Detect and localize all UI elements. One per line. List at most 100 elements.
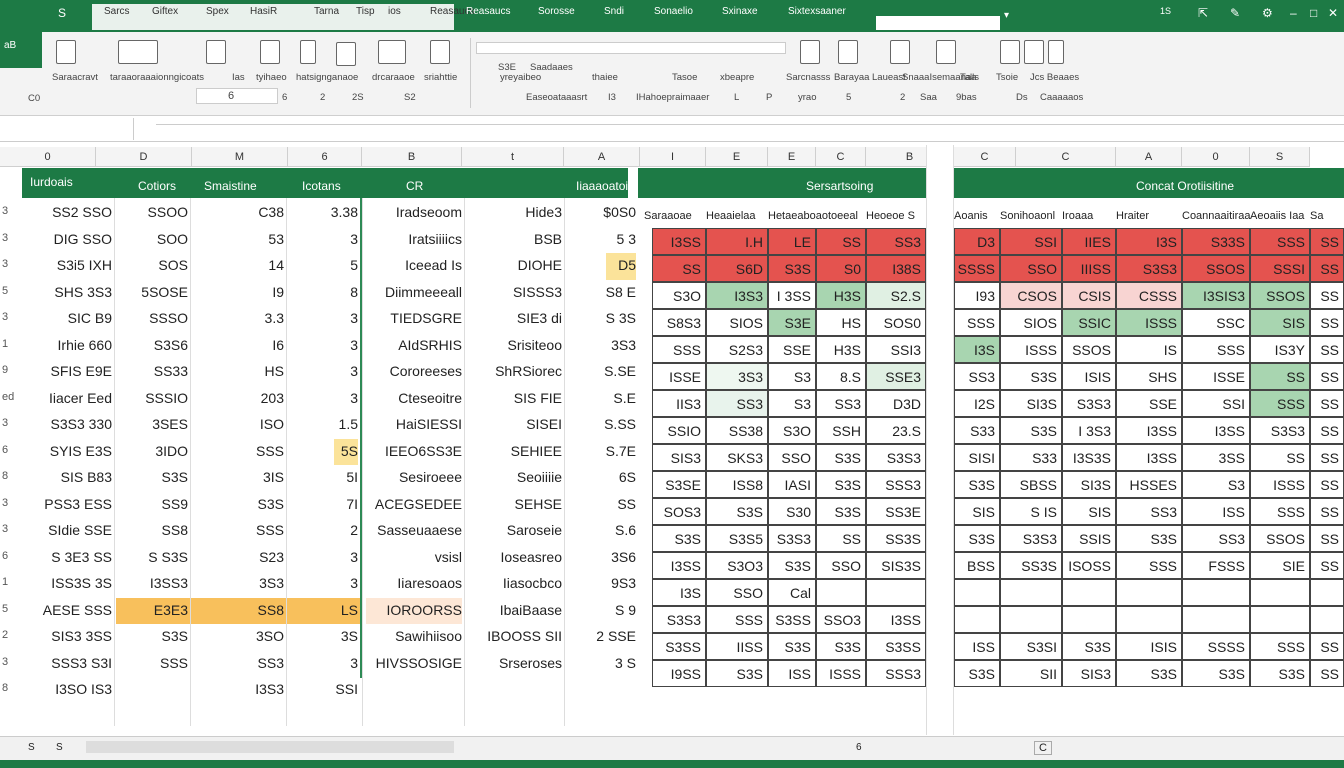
table-cell[interactable]: S3S [954, 660, 1000, 687]
format-cells-icon[interactable] [890, 40, 910, 64]
table-cell[interactable]: SIE [1250, 552, 1310, 579]
table-cell[interactable]: I3SO IS3 [28, 681, 112, 697]
table-cell[interactable]: S3S [816, 633, 866, 660]
name-box[interactable] [476, 42, 786, 54]
table-cell[interactable]: SIS [954, 498, 1000, 525]
table-cell[interactable] [954, 606, 1000, 633]
table-cell[interactable] [1000, 606, 1062, 633]
table-cell[interactable]: Iratsiiiics [364, 231, 462, 247]
column-header[interactable]: S [1250, 147, 1310, 167]
table-cell[interactable]: I38S [866, 255, 926, 282]
table-cell[interactable]: BSB [466, 231, 562, 247]
table-cell[interactable]: D3D [866, 390, 926, 417]
table-cell[interactable]: SI3S [1062, 471, 1116, 498]
column-header[interactable]: I [640, 147, 706, 167]
table-cell[interactable]: SSSO [116, 310, 188, 326]
file-button[interactable]: aB [0, 32, 42, 68]
table-cell[interactable]: SSOS [1182, 255, 1250, 282]
table-cell[interactable]: IS3Y [1250, 336, 1310, 363]
table-cell[interactable]: S3O3 [706, 552, 768, 579]
table-cell[interactable]: SS [1310, 660, 1344, 687]
table-cell[interactable]: SSSS [1182, 633, 1250, 660]
table-cell[interactable]: SBSS [1000, 471, 1062, 498]
table-cell[interactable]: vsisl [364, 549, 462, 565]
table-cell[interactable] [1062, 579, 1116, 606]
table-cell[interactable]: SSS3 [866, 471, 926, 498]
table-cell[interactable]: 9S3 [566, 575, 636, 591]
table-cell[interactable]: HS [816, 309, 866, 336]
sheet-tab-1[interactable]: S [28, 742, 35, 753]
tab-1[interactable]: Giftex [152, 6, 178, 17]
tab-6[interactable]: ios [388, 6, 401, 17]
table-cell[interactable]: S0 [816, 255, 866, 282]
table-cell[interactable]: 3IS [192, 469, 284, 485]
row-header[interactable]: 3 [0, 232, 22, 244]
table-cell[interactable]: 14 [192, 257, 284, 273]
table-cell[interactable]: S3O [768, 417, 816, 444]
table-cell[interactable]: LE [768, 228, 816, 255]
table-cell[interactable]: 3.3 [192, 310, 284, 326]
table-cell[interactable]: S3 [1182, 471, 1250, 498]
table-cell[interactable]: ISO [192, 416, 284, 432]
table-cell[interactable]: S3SS [768, 606, 816, 633]
table-cell[interactable]: CSSS [1116, 282, 1182, 309]
table-cell[interactable] [954, 579, 1000, 606]
table-cell[interactable]: BSS [954, 552, 1000, 579]
table-cell[interactable]: S3S [192, 496, 284, 512]
row-header[interactable]: 8 [0, 682, 22, 694]
table-cell[interactable]: H3S [816, 336, 866, 363]
table-cell[interactable]: SOS [116, 257, 188, 273]
settings-icon[interactable]: ⚙ [1262, 6, 1273, 20]
table-cell[interactable]: SHS 3S3 [28, 284, 112, 300]
table-cell[interactable]: S3S [1116, 525, 1182, 552]
delete-icon[interactable] [838, 40, 858, 64]
tab-0[interactable]: Sarcs [104, 6, 130, 17]
table-cell[interactable]: SSS3 [866, 660, 926, 687]
table-cell[interactable]: 23.S [866, 417, 926, 444]
tab-5[interactable]: Tisp [356, 6, 375, 17]
table-cell[interactable]: SI3S [1000, 390, 1062, 417]
table-cell[interactable]: I3SIS3 [1182, 282, 1250, 309]
row-header[interactable]: 3 [0, 311, 22, 323]
table-cell[interactable]: SIS [1250, 309, 1310, 336]
table-cell[interactable]: S3S [1116, 660, 1182, 687]
table-cell[interactable]: SSC [1182, 309, 1250, 336]
table-cell[interactable]: S.7E [566, 443, 636, 459]
table-cell[interactable]: S.SE [566, 363, 636, 379]
table-cell[interactable]: Iradseoom [364, 204, 462, 220]
table-cell[interactable]: S3S6 [116, 337, 188, 353]
table-cell[interactable]: LS [288, 602, 358, 618]
table-cell[interactable]: SIS [1062, 498, 1116, 525]
table-cell[interactable]: SS3 [1182, 525, 1250, 552]
row-header[interactable]: 3 [0, 497, 22, 509]
table-cell[interactable] [816, 579, 866, 606]
table-cell[interactable]: 3SS [1182, 444, 1250, 471]
table-cell[interactable]: Iiacer Eed [28, 390, 112, 406]
row-header[interactable]: 3 [0, 523, 22, 535]
table-cell[interactable]: SKS3 [706, 444, 768, 471]
table-cell[interactable] [866, 579, 926, 606]
table-cell[interactable]: HS [192, 363, 284, 379]
table-cell[interactable]: ISSS [1000, 336, 1062, 363]
table-cell[interactable]: 3 [288, 549, 358, 565]
insert-icon[interactable] [800, 40, 820, 64]
horizontal-scrollbar[interactable] [86, 741, 454, 753]
table-cell[interactable]: ISS [768, 660, 816, 687]
table-cell[interactable]: S3SI [1000, 633, 1062, 660]
table-cell[interactable]: SS [652, 255, 706, 282]
table-cell[interactable]: Cal [768, 579, 816, 606]
table-cell[interactable]: SYIS E3S [28, 443, 112, 459]
table-cell[interactable]: 3 [288, 337, 358, 353]
table-cell[interactable]: 3.38 [288, 204, 358, 220]
table-cell[interactable]: SS [1310, 282, 1344, 309]
table-cell[interactable]: SS2 SSO [28, 204, 112, 220]
table-cell[interactable]: S3S [116, 469, 188, 485]
table-cell[interactable]: SSIO [652, 417, 706, 444]
table-cell[interactable]: I3SS3 [116, 575, 188, 591]
table-cell[interactable]: SSIS [1062, 525, 1116, 552]
table-cell[interactable]: SSS [954, 309, 1000, 336]
table-cell[interactable]: SIS3S [866, 552, 926, 579]
table-cell[interactable]: SSOS [1250, 282, 1310, 309]
table-cell[interactable]: I3SS [1116, 444, 1182, 471]
table-cell[interactable]: Srseroses [466, 655, 562, 671]
